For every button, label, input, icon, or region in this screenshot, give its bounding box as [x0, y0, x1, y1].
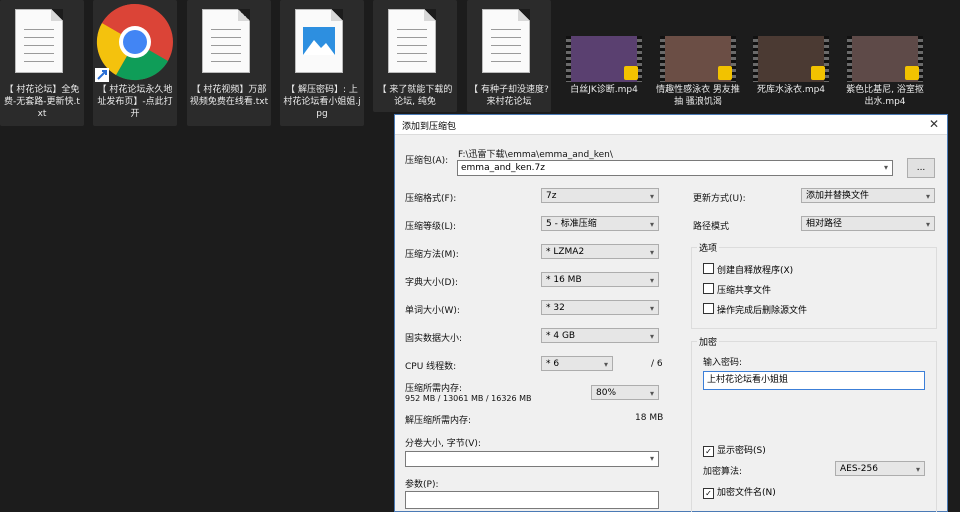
encryption-title: 加密: [697, 335, 720, 348]
video-thumbnail: [566, 36, 642, 82]
archive-label: 压缩包(A):: [405, 156, 449, 166]
browse-button[interactable]: ...: [907, 158, 935, 178]
unmem-label: 解压缩所需内存:: [405, 416, 472, 426]
solid-label: 固实数据大小:: [405, 334, 463, 344]
update-label: 更新方式(U):: [693, 194, 746, 204]
text-file-icon: [482, 9, 530, 73]
file-label: 【 来了就能下载的论坛, 纯免: [377, 85, 453, 107]
archive-path: F:\迅雷下载\emma\emma_and_ken\: [458, 150, 613, 160]
level-select[interactable]: 5 - 标准压缩 ▾: [541, 216, 659, 231]
format-label: 压缩格式(F):: [405, 194, 457, 204]
close-icon[interactable]: ✕: [929, 117, 939, 131]
mem-value: 952 MB / 13061 MB / 16326 MB: [405, 394, 532, 403]
video-file-4[interactable]: 紫色比基尼, 浴室抠出水.mp4: [843, 0, 927, 112]
options-title: 选项: [697, 241, 720, 254]
level-label: 压缩等级(L):: [405, 222, 457, 232]
cpu-max: / 6: [651, 359, 663, 369]
encrypt-names-checkbox[interactable]: ✓ 加密文件名(N): [703, 485, 776, 499]
video-thumbnail: [753, 36, 829, 82]
desktop-file-4[interactable]: 【 解压密码】: 上村花论坛看小姐姐.jpg: [280, 0, 364, 126]
video-file-2[interactable]: 情趣性感泳衣 男友推抽 骚浪饥渴: [656, 0, 740, 112]
archive-name-input[interactable]: emma_and_ken.7z ▾: [457, 160, 893, 176]
file-label: 情趣性感泳衣 男友推抽 骚浪饥渴: [656, 85, 740, 107]
file-label: 【 解压密码】: 上村花论坛看小姐姐.jpg: [283, 85, 361, 119]
file-label: 【 有种子却没速度? 来村花论坛: [469, 85, 549, 107]
word-label: 单词大小(W):: [405, 306, 460, 316]
cpu-label: CPU 线程数:: [405, 362, 457, 372]
show-password-checkbox[interactable]: ✓ 显示密码(S): [703, 443, 766, 457]
unmem-value: 18 MB: [635, 413, 664, 423]
desktop-file-2[interactable]: 【 村花论坛永久地址发布页】-点此打开: [93, 0, 177, 126]
word-select[interactable]: * 32 ▾: [541, 300, 659, 315]
file-label: 【 村花视频】万部视频免费在线看.txt: [189, 85, 269, 107]
video-thumbnail: [660, 36, 736, 82]
algo-label: 加密算法:: [703, 467, 743, 477]
text-file-icon: [202, 9, 250, 73]
video-file-3[interactable]: 死库水泳衣.mp4: [749, 0, 833, 112]
player-badge-icon: [905, 66, 919, 80]
params-label: 参数(P):: [405, 480, 439, 490]
video-file-1[interactable]: 白丝JK诊断.mp4: [562, 0, 646, 112]
delete-source-checkbox[interactable]: 操作完成后删除源文件: [703, 303, 807, 316]
method-select[interactable]: * LZMA2 ▾: [541, 244, 659, 259]
chrome-icon: [95, 3, 173, 82]
image-file-icon: [295, 9, 343, 73]
mem-label: 压缩所需内存:: [405, 384, 463, 394]
player-badge-icon: [718, 66, 732, 80]
solid-select[interactable]: * 4 GB ▾: [541, 328, 659, 343]
text-file-icon: [388, 9, 436, 73]
dialog-titlebar: 添加到压缩包 ✕: [395, 115, 947, 135]
sfx-checkbox[interactable]: 创建自释放程序(X): [703, 263, 793, 276]
format-select[interactable]: 7z ▾: [541, 188, 659, 203]
dialog-title: 添加到压缩包: [402, 122, 457, 132]
file-label: 【 村花论坛】全免费-无套路-更新快.txt: [4, 85, 80, 119]
split-label: 分卷大小, 字节(V):: [405, 439, 481, 449]
file-label: 白丝JK诊断.mp4: [570, 85, 638, 95]
mem-percent-select[interactable]: 80% ▾: [591, 385, 659, 400]
video-thumbnail: [847, 36, 923, 82]
file-label: 【 村花论坛永久地址发布页】-点此打开: [97, 85, 173, 119]
desktop-file-5[interactable]: 【 来了就能下载的论坛, 纯免: [373, 0, 457, 112]
method-label: 压缩方法(M):: [405, 250, 459, 260]
algo-select[interactable]: AES-256 ▾: [835, 461, 925, 476]
player-badge-icon: [811, 66, 825, 80]
password-label: 输入密码:: [703, 358, 743, 368]
password-input[interactable]: 上村花论坛看小姐姐: [703, 371, 925, 390]
cpu-select[interactable]: * 6 ▾: [541, 356, 613, 371]
player-badge-icon: [624, 66, 638, 80]
params-input[interactable]: [405, 491, 659, 509]
path-mode-label: 路径模式: [693, 222, 730, 232]
dict-label: 字典大小(D):: [405, 278, 458, 288]
dict-select[interactable]: * 16 MB ▾: [541, 272, 659, 287]
path-mode-select[interactable]: 相对路径 ▾: [801, 216, 935, 231]
file-label: 紫色比基尼, 浴室抠出水.mp4: [846, 85, 924, 107]
text-file-icon: [15, 9, 63, 73]
desktop-file-1[interactable]: 【 村花论坛】全免费-无套路-更新快.txt: [0, 0, 84, 126]
file-label: 死库水泳衣.mp4: [756, 85, 826, 95]
desktop-file-6[interactable]: 【 有种子却没速度? 来村花论坛: [467, 0, 551, 112]
add-to-archive-dialog: 添加到压缩包 ✕ 压缩包(A): F:\迅雷下载\emma\emma_and_k…: [394, 114, 948, 512]
shared-checkbox[interactable]: 压缩共享文件: [703, 283, 771, 296]
update-select[interactable]: 添加并替换文件 ▾: [801, 188, 935, 203]
desktop-file-3[interactable]: 【 村花视频】万部视频免费在线看.txt: [187, 0, 271, 126]
split-size-input[interactable]: ▾: [405, 451, 659, 467]
